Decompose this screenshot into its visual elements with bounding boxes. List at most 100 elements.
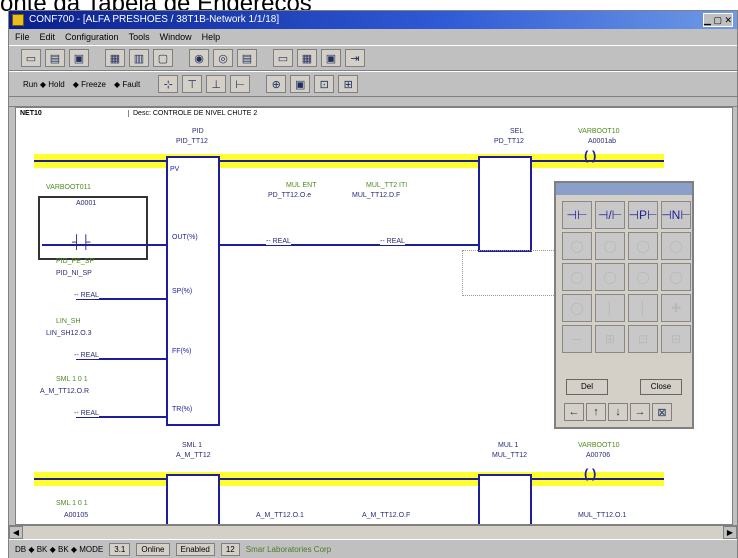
save-icon[interactable]: ▣	[69, 49, 89, 67]
split-icon[interactable]: ⊤	[182, 75, 203, 93]
coil-icon[interactable]: ◯	[562, 232, 592, 260]
print-icon[interactable]: ▣	[321, 49, 341, 67]
menu-window[interactable]: Window	[160, 29, 192, 45]
menu-edit[interactable]: Edit	[40, 29, 56, 45]
arrow-left-icon[interactable]: ←	[564, 403, 584, 421]
horizontal-scrollbar[interactable]: ◀ ▶	[9, 525, 737, 539]
vline-icon[interactable]: │	[595, 294, 625, 322]
bot-sel-block[interactable]	[166, 474, 220, 524]
grid-toggle-icon[interactable]: ⊠	[652, 403, 672, 421]
contact-n-icon[interactable]: ⊣N⊢	[661, 201, 691, 229]
menu-tools[interactable]: Tools	[129, 29, 150, 45]
window-controls[interactable]: ▁ ▢ ✕	[703, 13, 733, 27]
open-icon[interactable]: ▤	[45, 49, 65, 67]
menu-file[interactable]: File	[15, 29, 30, 45]
scroll-right-icon[interactable]: ▶	[723, 526, 737, 539]
cross-icon[interactable]: ✚	[661, 294, 691, 322]
in2-name: LIN_SH12.O.3	[46, 330, 92, 337]
bot-in-c: MUL_TT12.O.1	[578, 512, 627, 519]
pin-out: OUT(%)	[172, 234, 198, 241]
coil-p-icon[interactable]: ◯	[562, 263, 592, 291]
block-icon[interactable]: ▣	[290, 75, 311, 93]
online-icon[interactable]: ◉	[189, 49, 209, 67]
bot-sel-type: SML 1	[182, 442, 202, 449]
tile-icon[interactable]: ▭	[273, 49, 293, 67]
coil-reset-icon[interactable]: ◯	[661, 232, 691, 260]
app-icon	[12, 14, 24, 26]
contact-nc-icon[interactable]: ⊣/⊢	[595, 201, 625, 229]
pin-tr: TR(%)	[172, 406, 193, 413]
blk1-type: PID	[192, 128, 204, 135]
block-insert-icon[interactable]: ⊞	[595, 325, 625, 353]
contact-symbol[interactable]: ┤├	[72, 234, 90, 249]
mid-a2: PD_TT12.O.e	[268, 192, 312, 199]
pin-ff: FF(%)	[172, 348, 192, 355]
new-icon[interactable]: ▭	[21, 49, 41, 67]
window-icon[interactable]: ▢	[153, 49, 173, 67]
contact-no-icon[interactable]: ⊣⊢	[562, 201, 592, 229]
in3-real: -- REAL	[74, 410, 99, 417]
vline2-icon[interactable]: │	[628, 294, 658, 322]
zoom-icon[interactable]: ⊕	[266, 75, 287, 93]
download-icon[interactable]: ◎	[213, 49, 233, 67]
dotted-selection	[462, 250, 562, 296]
table-icon[interactable]: ▥	[129, 49, 149, 67]
bot-coil-name: VARBOOT10	[578, 442, 620, 449]
coil-r-icon[interactable]: ◯	[661, 263, 691, 291]
block-remove-icon[interactable]: ⊟	[661, 325, 691, 353]
palette-del-button[interactable]: Del	[566, 379, 608, 395]
link-icon[interactable]: ⊞	[338, 75, 359, 93]
coil-n-icon[interactable]: ◯	[595, 263, 625, 291]
mid-b2: MUL_TT12.D.F	[352, 192, 401, 199]
palette-close-button[interactable]: Close	[640, 379, 682, 395]
tag-icon[interactable]: ⊡	[314, 75, 335, 93]
sel-block[interactable]	[478, 156, 532, 252]
menu-help[interactable]: Help	[202, 29, 221, 45]
arrow-up-icon[interactable]: ↑	[586, 403, 606, 421]
status-enabled: Enabled	[175, 543, 215, 556]
arrow-right-icon[interactable]: →	[630, 403, 650, 421]
title-bar: CONF700 - [ALFA PRESHOES / 38T1B-Network…	[9, 11, 737, 29]
menu-configuration[interactable]: Configuration	[65, 29, 119, 45]
coil-top-name: VARBOOT10	[578, 128, 620, 135]
arrow-down-icon[interactable]: ↓	[608, 403, 628, 421]
branch-icon[interactable]: ⊢	[230, 75, 251, 93]
palette-titlebar[interactable]	[556, 183, 692, 195]
block-edit-icon[interactable]: ⊡	[628, 325, 658, 353]
bot-coil-address: A00706	[586, 452, 611, 459]
grid-icon[interactable]: ▦	[105, 49, 125, 67]
coil-x-icon[interactable]: ◯	[562, 294, 592, 322]
network-description: Desc: CONTROLE DE NIVEL CHUTE 2	[128, 110, 257, 117]
bot-mul-block[interactable]	[478, 474, 532, 524]
palette-nav: ← ↑ ↓ → ⊠	[564, 403, 672, 421]
export-icon[interactable]: ⇥	[345, 49, 365, 67]
monitor-icon[interactable]: ▤	[237, 49, 257, 67]
bot-sel-name: A_M_TT12	[176, 452, 211, 459]
cascade-icon[interactable]: ▦	[297, 49, 317, 67]
coil-bottom[interactable]: ( )	[584, 466, 596, 481]
hline-icon[interactable]: ─	[562, 325, 592, 353]
status-online: Online	[136, 543, 170, 556]
network-icon[interactable]: ⊹	[158, 75, 179, 93]
coil-m-icon[interactable]: ◯	[628, 263, 658, 291]
coil-top[interactable]: ( )	[584, 148, 596, 163]
fault-control[interactable]: ◆ Fault	[112, 80, 142, 89]
run-hold-control[interactable]: Run ◆ Hold	[21, 80, 67, 89]
coil-neg-icon[interactable]: ◯	[595, 232, 625, 260]
scroll-left-icon[interactable]: ◀	[9, 526, 23, 539]
coil-set-icon[interactable]: ◯	[628, 232, 658, 260]
rung-bottom-wire	[34, 478, 664, 480]
contact-p-icon[interactable]: ⊣P⊢	[628, 201, 658, 229]
bot-mul-name: MUL_TT12	[492, 452, 528, 459]
coil-top-address: A0001ab	[588, 138, 617, 145]
out-real-tag: -- REAL	[266, 238, 291, 245]
status-number-field[interactable]: 12	[220, 543, 240, 556]
ladder-palette: ⊣⊢ ⊣/⊢ ⊣P⊢ ⊣N⊢ ◯ ◯ ◯ ◯ ◯ ◯ ◯ ◯ ◯ │ │ ✚ ─…	[554, 181, 694, 429]
freeze-control[interactable]: ◆ Freeze	[71, 80, 108, 89]
rung-top-wire	[34, 160, 664, 162]
merge-icon[interactable]: ⊥	[206, 75, 227, 93]
status-left: DB ◆ BK ◆ BK ◆ MODE	[15, 545, 104, 554]
pin-pv: PV	[170, 166, 180, 173]
pin-sp: SP(%)	[172, 288, 193, 295]
blk1-name: PID_TT12	[176, 138, 208, 145]
